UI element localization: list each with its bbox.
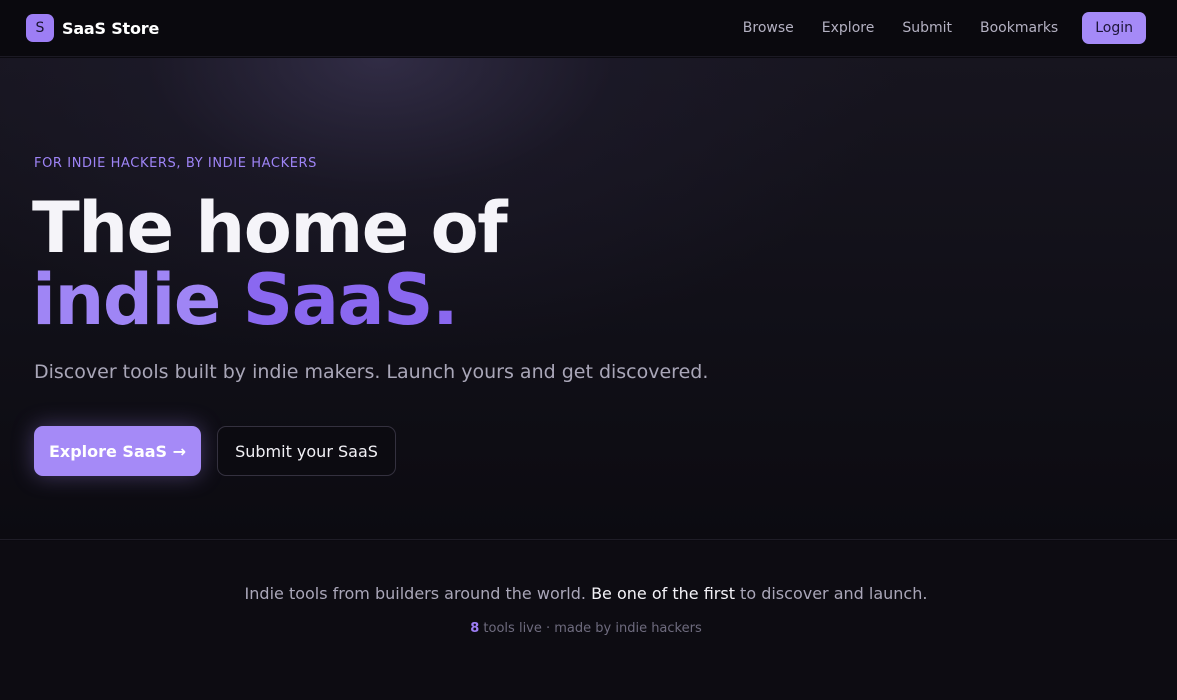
submit-saas-button[interactable]: Submit your SaaS: [217, 426, 396, 476]
headline-line-2: indie SaaS.: [32, 264, 506, 336]
tools-stats: 8 tools live · made by indie hackers: [0, 621, 1172, 636]
nav-link-browse[interactable]: Browse: [743, 20, 794, 36]
tagline-end: to discover and launch.: [734, 584, 928, 603]
login-button[interactable]: Login: [1082, 12, 1146, 44]
headline-saas: SaaS.: [242, 259, 459, 341]
brand[interactable]: S SaaS Store: [26, 14, 159, 42]
headline-indie: indie: [32, 259, 243, 341]
nav-link-explore[interactable]: Explore: [822, 20, 875, 36]
tagline: Indie tools from builders around the wor…: [0, 584, 1172, 603]
hero-headline: The home of indie SaaS.: [32, 187, 508, 336]
nav-link-submit[interactable]: Submit: [902, 20, 952, 36]
logo-icon: S: [26, 14, 54, 42]
nav-links: Browse Explore Submit Bookmarks Login: [743, 12, 1146, 44]
headline-line-1: The home of: [32, 187, 508, 269]
hero-section: FOR INDIE HACKERS, BY INDIE HACKERS The …: [0, 58, 1177, 540]
hero-eyebrow: FOR INDIE HACKERS, BY INDIE HACKERS: [34, 156, 317, 171]
tools-count: 8: [470, 621, 480, 636]
tagline-start: Indie tools from builders around the wor…: [244, 584, 592, 603]
hero-subtext: Discover tools built by indie makers. La…: [34, 361, 709, 383]
explore-saas-button[interactable]: Explore SaaS →: [34, 426, 201, 476]
top-navbar: S SaaS Store Browse Explore Submit Bookm…: [0, 0, 1177, 57]
brand-name: SaaS Store: [62, 18, 160, 38]
tagline-highlight: Be one of the first: [591, 584, 735, 603]
stats-text: tools live · made by indie hackers: [479, 621, 702, 636]
nav-link-bookmarks[interactable]: Bookmarks: [980, 20, 1058, 36]
social-proof-section: Indie tools from builders around the wor…: [0, 541, 1177, 700]
